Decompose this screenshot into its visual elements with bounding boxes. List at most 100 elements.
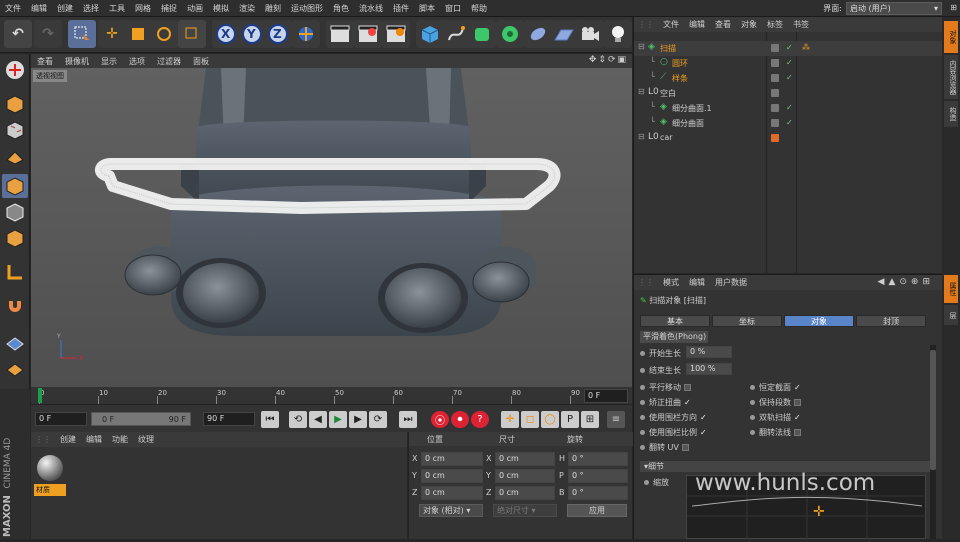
enabled-check[interactable]: ✓: [786, 118, 793, 127]
z-axis-icon[interactable]: Z: [264, 20, 292, 48]
end-frame-field[interactable]: 90 F: [203, 412, 255, 426]
viewport-menu-item[interactable]: 过滤器: [151, 56, 187, 67]
object-name[interactable]: 细分曲面.1: [672, 103, 712, 114]
position-field[interactable]: 0 cm: [421, 486, 483, 500]
render-picture-viewer-icon[interactable]: [354, 20, 382, 48]
menu-item[interactable]: 流水线: [354, 3, 388, 14]
rotation-field[interactable]: 0 °: [568, 469, 628, 483]
start-growth-field[interactable]: 0 %: [686, 346, 732, 358]
object-menu-item[interactable]: 标签: [762, 19, 788, 30]
tree-toggle-icon[interactable]: ⊟: [638, 132, 645, 141]
menu-item[interactable]: 文件: [0, 3, 26, 14]
menu-item[interactable]: 工具: [104, 3, 130, 14]
tab-attributes[interactable]: 属性: [944, 275, 958, 303]
object-row[interactable]: └ ◈ 细分曲面 ✓: [634, 116, 943, 131]
render-view-icon[interactable]: [326, 20, 354, 48]
menu-item[interactable]: 选择: [78, 3, 104, 14]
key-pla-icon[interactable]: ⊞: [581, 411, 599, 428]
key-position-icon[interactable]: ✛: [501, 411, 519, 428]
menu-item[interactable]: 角色: [328, 3, 354, 14]
object-name[interactable]: 样条: [672, 73, 688, 84]
object-row[interactable]: └ ⟋ 样条 ✓: [634, 71, 943, 86]
object-menu-item[interactable]: 文件: [658, 19, 684, 30]
rotate-icon[interactable]: [150, 20, 178, 48]
visibility-toggle[interactable]: [771, 89, 779, 97]
option-checkbox[interactable]: ✓: [684, 398, 691, 407]
object-name[interactable]: 空白: [660, 88, 676, 99]
viewport-menu-item[interactable]: 显示: [95, 56, 123, 67]
light-icon[interactable]: [604, 20, 632, 48]
tab-layers[interactable]: 层: [944, 305, 958, 325]
position-field[interactable]: 0 cm: [421, 452, 483, 466]
object-name[interactable]: 扫描: [660, 43, 676, 54]
menu-item[interactable]: 运动图形: [286, 3, 328, 14]
option-checkbox[interactable]: [794, 429, 801, 436]
visibility-toggle[interactable]: [771, 74, 779, 82]
attr-nav-icons[interactable]: ◀▲⊙⊕⊞: [878, 277, 934, 287]
object-row[interactable]: └ ◈ 细分曲面.1 ✓: [634, 101, 943, 116]
end-growth-field[interactable]: 100 %: [686, 363, 732, 375]
menu-item[interactable]: 网格: [130, 3, 156, 14]
deformer-icon[interactable]: [524, 20, 552, 48]
viewport-nav-icons[interactable]: ✥⇕⟳▣: [589, 55, 628, 65]
rotation-field[interactable]: 0 °: [568, 486, 628, 500]
material-menu-item[interactable]: 创建: [55, 434, 81, 445]
visibility-toggle[interactable]: [771, 104, 779, 112]
size-field[interactable]: 0 cm: [495, 486, 555, 500]
perspective-viewport[interactable]: 透视视图 Y X: [31, 68, 632, 387]
object-row[interactable]: ⊟ ◈ 扫描 ✓ ⁂: [634, 41, 943, 56]
model-mode-icon[interactable]: [2, 92, 28, 116]
enabled-check[interactable]: ✓: [786, 43, 793, 52]
tab-structure[interactable]: 构造: [944, 101, 958, 127]
array-icon[interactable]: [496, 20, 524, 48]
texture-mode-icon[interactable]: [2, 118, 28, 142]
attr-tab[interactable]: 对象: [784, 315, 854, 327]
attr-tab[interactable]: 封顶: [856, 315, 926, 327]
attribute-menu-item[interactable]: 模式: [658, 277, 684, 288]
tab-content-browser[interactable]: 内容浏览器: [944, 55, 958, 99]
previous-keyframe-icon[interactable]: ⟲: [289, 411, 307, 428]
axis-mode-icon[interactable]: [2, 260, 28, 284]
rotation-field[interactable]: 0 °: [568, 452, 628, 466]
option-checkbox[interactable]: [681, 444, 689, 451]
keyframe-selection-icon[interactable]: ?: [471, 411, 489, 428]
visibility-toggle[interactable]: [771, 44, 779, 52]
edges-mode-icon[interactable]: [2, 200, 28, 224]
camera-icon[interactable]: [576, 20, 604, 48]
menu-item[interactable]: 窗口: [440, 3, 466, 14]
option-checkbox[interactable]: ✓: [794, 383, 801, 392]
key-rotation-icon[interactable]: ◯: [541, 411, 559, 428]
timeline-menu-icon[interactable]: ≡: [607, 411, 625, 428]
object-menu-item[interactable]: 对象: [736, 19, 762, 30]
menu-item[interactable]: 创建: [52, 3, 78, 14]
enabled-check[interactable]: ✓: [786, 58, 793, 67]
go-to-start-icon[interactable]: ⏮: [261, 411, 279, 428]
position-field[interactable]: 0 cm: [421, 469, 483, 483]
object-row[interactable]: └ ○ 圆环 ✓: [634, 56, 943, 71]
material-menu-item[interactable]: 纹理: [133, 434, 159, 445]
option-checkbox[interactable]: ✓: [794, 413, 801, 422]
option-checkbox[interactable]: ✓: [700, 413, 707, 422]
snap-icon[interactable]: [2, 296, 28, 320]
points-mode-icon[interactable]: [2, 174, 28, 198]
menu-item[interactable]: 帮助: [466, 3, 492, 14]
y-axis-icon[interactable]: Y: [238, 20, 266, 48]
scale-icon[interactable]: [124, 20, 152, 48]
tag-icon[interactable]: ⁂: [802, 43, 810, 52]
tree-toggle-icon[interactable]: └: [650, 117, 655, 126]
menu-item[interactable]: 雕刻: [260, 3, 286, 14]
go-to-end-icon[interactable]: ⏭: [399, 411, 417, 428]
attr-tab[interactable]: 坐标: [712, 315, 782, 327]
attr-tab[interactable]: 基本: [640, 315, 710, 327]
option-checkbox[interactable]: [684, 384, 691, 391]
tree-toggle-icon[interactable]: ⊟: [638, 87, 645, 96]
visibility-toggle[interactable]: [771, 134, 779, 142]
grid-snap-icon[interactable]: [2, 358, 28, 382]
object-row[interactable]: ⊟ L0 空白: [634, 86, 943, 101]
make-editable-icon[interactable]: [2, 58, 28, 82]
floor-icon[interactable]: [550, 20, 578, 48]
option-checkbox[interactable]: [794, 399, 801, 406]
viewport-menu-item[interactable]: 查看: [31, 56, 59, 67]
enabled-check[interactable]: ✓: [786, 103, 793, 112]
menu-item[interactable]: 渲染: [234, 3, 260, 14]
